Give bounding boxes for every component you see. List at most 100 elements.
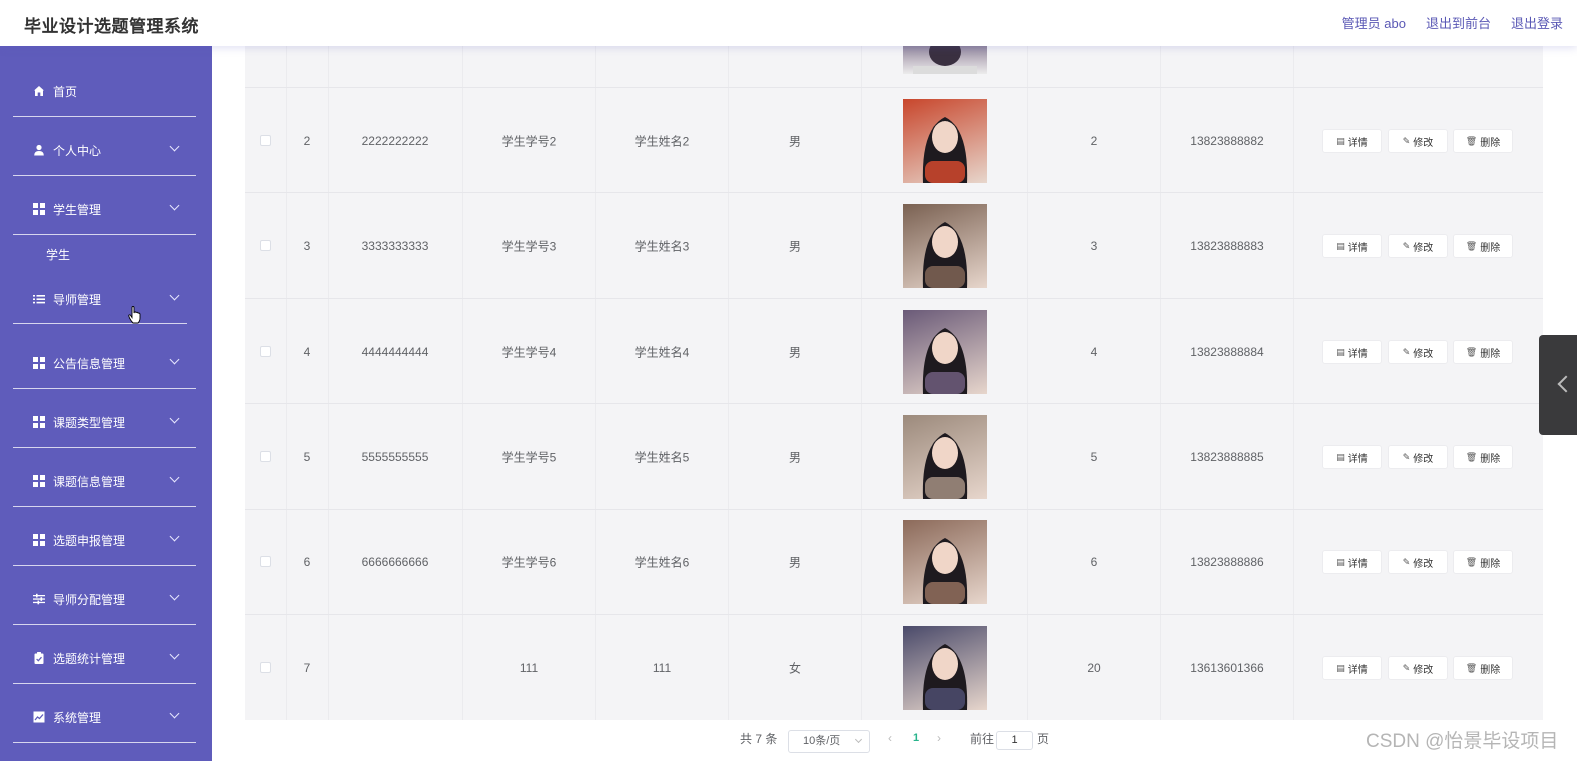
sidebar-item-tutor-assignment-management[interactable]: 导师分配管理: [13, 589, 196, 609]
detail-button[interactable]: ▤ 详情: [1322, 234, 1382, 258]
column-divider: [728, 46, 729, 720]
document-icon: ▤: [1336, 556, 1345, 567]
logout-link[interactable]: 退出登录: [1511, 13, 1563, 32]
column-divider: [328, 46, 329, 720]
row-checkbox[interactable]: [260, 240, 271, 251]
column-divider: [595, 46, 596, 720]
sidebar-item-home[interactable]: 首页: [13, 81, 196, 101]
edit-button[interactable]: ✎ 修改: [1388, 129, 1448, 153]
delete-button[interactable]: 🗑 删除: [1453, 656, 1513, 680]
detail-button[interactable]: ▤ 详情: [1322, 340, 1382, 364]
row-divider: [245, 509, 1543, 510]
cell-class-no: 5: [1090, 450, 1098, 464]
button-label: 详情: [1347, 453, 1368, 465]
row-checkbox[interactable]: [260, 662, 271, 673]
sidebar-item-label: 导师管理: [53, 292, 102, 307]
sidebar-divider: [13, 742, 196, 743]
pager-current-page[interactable]: 1: [913, 732, 919, 744]
admin-user-link[interactable]: 管理员 abo: [1342, 13, 1406, 32]
cell-account: 3333333333: [361, 239, 429, 253]
delete-button[interactable]: 🗑 删除: [1453, 129, 1513, 153]
column-divider: [286, 46, 287, 720]
sidebar-subitem-student[interactable]: 学生: [46, 246, 70, 263]
trash-icon: 🗑: [1465, 451, 1478, 462]
cell-index: 7: [303, 661, 311, 675]
delete-button[interactable]: 🗑 删除: [1453, 340, 1513, 364]
exit-to-front-link[interactable]: 退出到前台: [1426, 13, 1491, 32]
sidebar-item-student-management[interactable]: 学生管理: [13, 199, 196, 219]
edit-button[interactable]: ✎ 修改: [1388, 445, 1448, 469]
page-size-select[interactable]: 10条/页: [788, 730, 870, 753]
cell-gender: 男: [788, 239, 802, 254]
sidebar-item-tutor-management[interactable]: 导师管理: [13, 289, 196, 309]
edit-button[interactable]: ✎ 修改: [1388, 340, 1448, 364]
cell-phone: 13823888882: [1190, 134, 1264, 148]
cell-name: 学生姓名2: [634, 134, 690, 149]
sidebar-item-topic-type-management[interactable]: 课题类型管理: [13, 412, 196, 432]
sidebar-item-system-management[interactable]: 系统管理: [13, 707, 196, 727]
row-checkbox[interactable]: [260, 556, 271, 567]
edit-button[interactable]: ✎ 修改: [1388, 656, 1448, 680]
edit-button[interactable]: ✎ 修改: [1388, 234, 1448, 258]
chevron-down-icon: [169, 531, 180, 542]
clipboard-icon: [33, 652, 45, 664]
delete-button[interactable]: 🗑 删除: [1453, 234, 1513, 258]
detail-button[interactable]: ▤ 详情: [1322, 656, 1382, 680]
cell-phone: 13613601366: [1190, 661, 1264, 675]
sidebar-item-topic-statistics-management[interactable]: 选题统计管理: [13, 648, 196, 668]
grid-icon: [33, 357, 45, 369]
button-label: 修改: [1413, 137, 1434, 149]
delete-button[interactable]: 🗑 删除: [1453, 550, 1513, 574]
chevron-left-icon: [1557, 375, 1575, 393]
sidebar-item-topic-application-management[interactable]: 选题申报管理: [13, 530, 196, 550]
sidebar: 首页 个人中心 学生管理 学生 导师管理 公告信息管理 课题类型管理 课题信息管…: [0, 46, 212, 761]
delete-button[interactable]: 🗑 删除: [1453, 445, 1513, 469]
sidebar-item-label: 课题信息管理: [53, 474, 126, 489]
row-checkbox[interactable]: [260, 135, 271, 146]
detail-button[interactable]: ▤ 详情: [1322, 129, 1382, 153]
button-label: 修改: [1413, 453, 1434, 465]
chart-icon: [33, 711, 45, 723]
cell-class-no: 2: [1090, 134, 1098, 148]
cell-gender: 女: [788, 661, 802, 676]
button-label: 删除: [1480, 558, 1501, 570]
list-icon: [33, 293, 45, 305]
side-drawer-toggle[interactable]: [1539, 335, 1577, 435]
student-photo: [903, 99, 987, 183]
top-bar: 毕业设计选题管理系统 管理员 abo 退出到前台 退出登录: [0, 0, 1577, 46]
sidebar-item-topic-info-management[interactable]: 课题信息管理: [13, 471, 196, 491]
button-label: 详情: [1347, 558, 1368, 570]
cell-index: 6: [303, 555, 311, 569]
sidebar-divider: [13, 624, 196, 625]
cell-gender: 男: [788, 450, 802, 465]
chevron-down-icon: [854, 735, 863, 744]
chevron-down-icon: [169, 413, 180, 424]
button-label: 详情: [1347, 242, 1368, 254]
edit-button[interactable]: ✎ 修改: [1388, 550, 1448, 574]
prev-page-icon[interactable]: ‹: [888, 731, 892, 745]
trash-icon: 🗑: [1465, 556, 1478, 567]
cell-class-no: 20: [1087, 661, 1101, 675]
trash-icon: 🗑: [1465, 240, 1478, 251]
document-icon: ▤: [1336, 240, 1345, 251]
row-checkbox[interactable]: [260, 346, 271, 357]
next-page-icon[interactable]: ›: [937, 731, 941, 745]
cell-class-no: 3: [1090, 239, 1098, 253]
grid-icon: [33, 416, 45, 428]
home-icon: [33, 85, 45, 97]
sidebar-item-notice-management[interactable]: 公告信息管理: [13, 353, 196, 373]
pager-goto-suffix: 页: [1037, 732, 1050, 746]
detail-button[interactable]: ▤ 详情: [1322, 550, 1382, 574]
cell-class-no: 6: [1090, 555, 1098, 569]
cell-account: 5555555555: [361, 450, 429, 464]
pencil-icon: ✎: [1402, 135, 1411, 146]
sidebar-item-label: 选题统计管理: [53, 651, 126, 666]
row-checkbox[interactable]: [260, 451, 271, 462]
sidebar-item-profile[interactable]: 个人中心: [13, 140, 196, 160]
cell-account: 4444444444: [361, 345, 429, 359]
pager-goto-input[interactable]: 1: [996, 731, 1033, 750]
sidebar-item-label: 学生管理: [53, 202, 102, 217]
detail-button[interactable]: ▤ 详情: [1322, 445, 1382, 469]
grid-icon: [33, 203, 45, 215]
cell-name: 学生姓名5: [634, 450, 690, 465]
